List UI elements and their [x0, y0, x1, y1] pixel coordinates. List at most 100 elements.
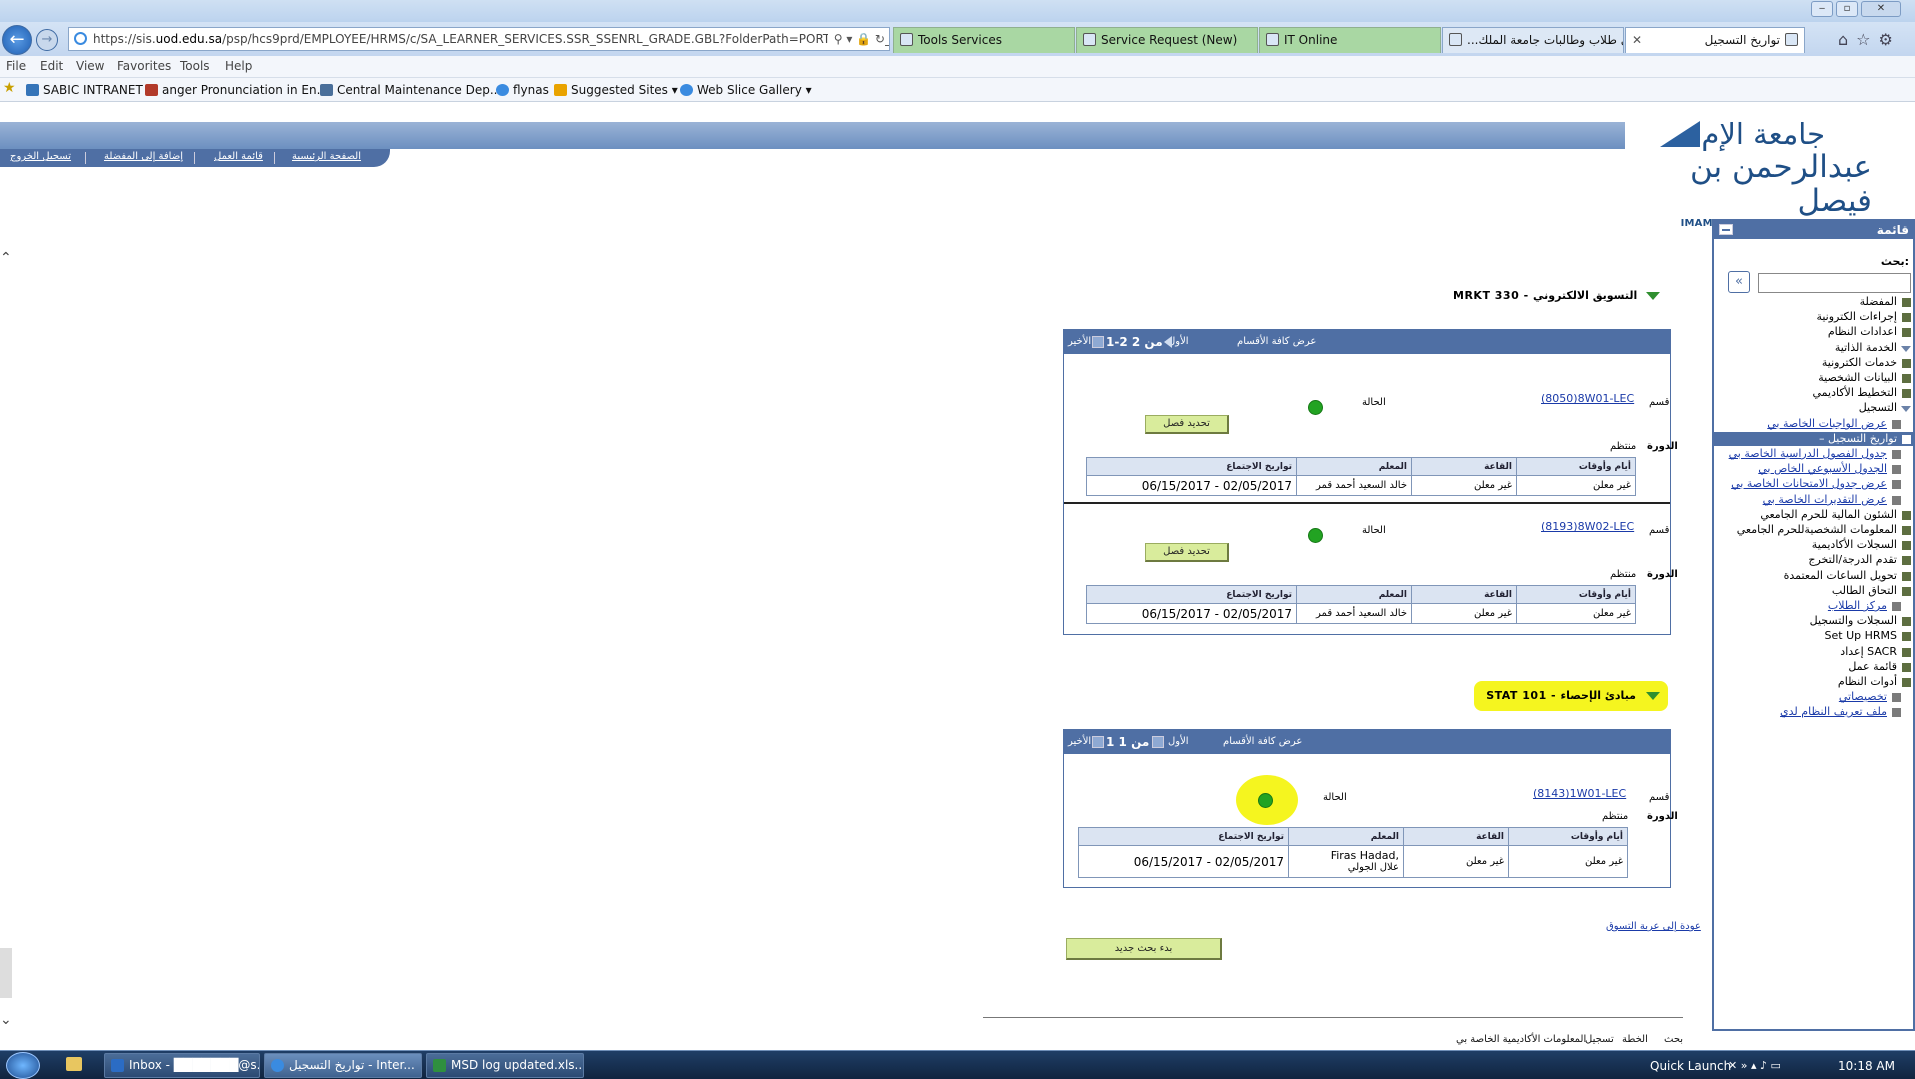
sidebar-item[interactable]: الجدول الأسبوعي الخاص بي — [1714, 462, 1913, 476]
back-arrow-icon[interactable]: ← — [2, 25, 32, 55]
close-window-button[interactable]: ✕ — [1861, 1, 1901, 17]
add-to-favorites-link[interactable]: إضافة إلى المفضلة — [104, 151, 183, 162]
tray-icons[interactable]: ✕ » ▴ ♪ ▭ — [1728, 1059, 1781, 1072]
page-scrollbar[interactable]: ⌃ ⌄ — [0, 250, 14, 1030]
sidebar-item[interactable]: Set Up HRMS — [1714, 629, 1913, 643]
collapse-chevron-icon[interactable] — [1646, 292, 1660, 300]
sidebar-item[interactable]: إجراءات الكترونية — [1714, 310, 1913, 324]
footer-enroll-link[interactable]: تسجيل — [1585, 1034, 1614, 1045]
sidebar-item[interactable]: جدول الفصول الدراسية الخاصة بي — [1714, 447, 1913, 461]
grid-last-link[interactable]: الأخير — [1068, 330, 1091, 354]
tab-close-icon[interactable]: ✕ — [1632, 28, 1642, 52]
grid-next-icon[interactable] — [1092, 336, 1104, 348]
back-to-cart-link[interactable]: عودة إلى عربة التسوق — [1606, 921, 1701, 932]
address-bar[interactable]: https://sis.uod.edu.sa/psp/hcs9prd/EMPLO… — [68, 27, 890, 51]
section-link-8050[interactable]: (8050)8W01-LEC — [1541, 392, 1634, 405]
sidebar-item[interactable]: عرض التقديرات الخاصة بي — [1714, 493, 1913, 507]
address-bar-icons[interactable]: ⚲ ▾ 🔒 ↻ — [827, 28, 885, 50]
sidebar-item[interactable]: تخصيصاتي — [1714, 690, 1913, 704]
sidebar-item[interactable]: إعداد SACR — [1714, 645, 1913, 659]
sidebar-item[interactable]: تقدم الدرجة/التخرج — [1714, 553, 1913, 567]
sidebar-item[interactable]: الشئون المالية للحرم الجامعي — [1714, 508, 1913, 522]
show-all-sections-link[interactable]: عرض كافة الأقسام — [1223, 730, 1302, 754]
sidebar-item[interactable]: اعدادات النظام — [1714, 325, 1913, 339]
bullet-icon — [1902, 678, 1911, 687]
start-new-search-button[interactable]: بدء بحث جديد — [1066, 938, 1222, 960]
menu-tools[interactable]: Tools — [180, 59, 210, 73]
menu-view[interactable]: View — [76, 59, 104, 73]
sidebar-item[interactable]: – تواريخ التسجيل — [1714, 432, 1913, 446]
fav-flynas[interactable]: flynas — [496, 83, 549, 97]
search-go-icon[interactable]: « — [1728, 271, 1750, 293]
grid-first-link[interactable]: الأول — [1168, 730, 1189, 754]
fav-suggested-sites[interactable]: Suggested Sites ▾ — [554, 83, 678, 97]
collapse-chevron-icon[interactable] — [1646, 692, 1660, 700]
status-label: الحالة — [1362, 397, 1386, 408]
section-link-8143[interactable]: (8143)1W01-LEC — [1533, 787, 1626, 800]
footer-academics-link[interactable]: المعلومات الأكاديمية الخاصة بي — [1456, 1034, 1586, 1045]
fav-pronunciation[interactable]: anger Pronunciation in En... — [145, 83, 328, 97]
sidebar-item[interactable]: قائمة عمل — [1714, 660, 1913, 674]
tab-registration-dates[interactable]: تواريخ التسجيل ✕ — [1625, 27, 1805, 53]
sidebar-item[interactable]: السجلات والتسجيل — [1714, 614, 1913, 628]
sidebar-item[interactable]: مركز الطلاب — [1714, 599, 1913, 613]
menu-favorites[interactable]: Favorites — [117, 59, 171, 73]
sidebar-search-input[interactable] — [1758, 273, 1911, 293]
sidebar-item[interactable]: المفضلة — [1714, 295, 1913, 309]
worklist-link[interactable]: قائمة العمل — [214, 151, 263, 162]
taskbar-outlook[interactable]: Inbox - ███████@s... — [104, 1053, 260, 1078]
folder-icon[interactable] — [66, 1057, 82, 1071]
show-all-sections-link[interactable]: عرض كافة الأقسام — [1237, 330, 1316, 354]
tab-tools-services[interactable]: Tools Services — [893, 27, 1075, 53]
home-favorites-settings-icons[interactable]: ⌂☆⚙ — [1838, 30, 1901, 49]
footer-search-link[interactable]: بحث — [1664, 1034, 1683, 1045]
sidebar-item[interactable]: السجلات الأكاديمية — [1714, 538, 1913, 552]
scroll-up-arrow-icon[interactable]: ⌃ — [0, 250, 12, 266]
home-link[interactable]: الصفحة الرئيسية — [292, 151, 361, 162]
sidebar-item[interactable]: التخطيط الأكاديمي — [1714, 386, 1913, 400]
grid-prev-icon[interactable] — [1164, 336, 1172, 348]
sidebar-item[interactable]: المعلومات الشخصيةللحرم الجامعي — [1714, 523, 1913, 537]
taskbar-ie[interactable]: تواريخ التسجيل - Inter... — [264, 1053, 422, 1078]
fav-central-maintenance[interactable]: Central Maintenance Dep... — [320, 83, 501, 97]
collapse-icon[interactable] — [1719, 224, 1733, 235]
select-class-button[interactable]: تحديد فصل — [1145, 543, 1229, 562]
menu-help[interactable]: Help — [225, 59, 252, 73]
section-link-8193[interactable]: (8193)8W02-LEC — [1541, 520, 1634, 533]
windows-start-icon[interactable] — [6, 1052, 40, 1079]
restore-button[interactable]: ▫ — [1836, 1, 1858, 17]
sidebar-item[interactable]: عرض جدول الامتحانات الخاصة بي — [1714, 477, 1913, 491]
sidebar-item[interactable]: الخدمة الذاتية — [1714, 341, 1913, 355]
select-class-button[interactable]: تحديد فصل — [1145, 415, 1229, 434]
scroll-down-arrow-icon[interactable]: ⌄ — [0, 1012, 12, 1028]
minimize-button[interactable]: ‒ — [1811, 1, 1833, 17]
tab-ksu-forum[interactable]: ...منتقى طلاب وطالبات جامعة الملك — [1442, 27, 1624, 53]
grid-next-icon[interactable] — [1092, 736, 1104, 748]
sidebar-item[interactable]: تحويل الساعات المعتمدة — [1714, 569, 1913, 583]
sidebar-item[interactable]: البيانات الشخصية — [1714, 371, 1913, 385]
grid-last-link[interactable]: الأخير — [1068, 730, 1091, 754]
ie-tab-icon — [1785, 33, 1798, 46]
tab-service-request[interactable]: Service Request (New) — [1076, 27, 1258, 53]
sidebar-item[interactable]: أدوات النظام — [1714, 675, 1913, 689]
tab-it-online[interactable]: IT Online — [1259, 27, 1441, 53]
menu-edit[interactable]: Edit — [40, 59, 63, 73]
sign-out-link[interactable]: تسجيل الخروج — [10, 151, 71, 162]
forward-arrow-icon[interactable]: → — [36, 29, 58, 51]
sidebar-item[interactable]: خدمات الكترونية — [1714, 356, 1913, 370]
status-open-icon — [1258, 793, 1273, 808]
scroll-thumb[interactable] — [0, 948, 12, 998]
taskbar-excel[interactable]: MSD log updated.xls... — [426, 1053, 584, 1078]
menu-file[interactable]: File — [6, 59, 26, 73]
sidebar-item[interactable]: عرض الواجبات الخاصة بي — [1714, 417, 1913, 431]
sidebar-item[interactable]: التحاق الطالب — [1714, 584, 1913, 598]
fav-web-slice-gallery[interactable]: Web Slice Gallery ▾ — [680, 83, 812, 97]
quick-launch-label[interactable]: Quick Launch — [1650, 1059, 1731, 1073]
sidebar-item[interactable]: التسجيل — [1714, 401, 1913, 415]
fav-sabic[interactable]: SABIC INTRANET — [26, 83, 143, 97]
clock[interactable]: 10:18 AM — [1838, 1059, 1895, 1073]
sidebar-item[interactable]: ملف تعريف النظام لدي — [1714, 705, 1913, 719]
footer-plan-link[interactable]: الخطة — [1622, 1034, 1648, 1045]
favorites-star-icon[interactable]: ★ — [3, 80, 16, 96]
grid-prev-icon[interactable] — [1152, 736, 1164, 748]
